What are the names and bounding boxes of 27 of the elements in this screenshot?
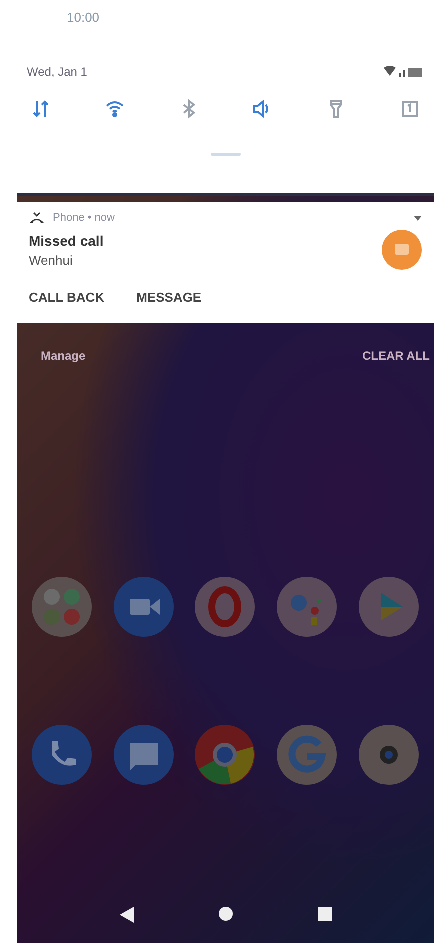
signal-battery-icon xyxy=(384,66,424,78)
clock-time: 10:00 xyxy=(67,10,101,25)
video-camera-icon[interactable] xyxy=(114,577,174,637)
missed-call-icon xyxy=(29,212,45,224)
letter-g-logo-icon[interactable] xyxy=(277,725,338,785)
camera-icon[interactable] xyxy=(359,725,420,785)
drag-handle[interactable] xyxy=(210,153,240,156)
notification-action[interactable]: MESSAGE xyxy=(136,286,202,309)
browser-icon[interactable] xyxy=(195,725,256,785)
phone-icon[interactable] xyxy=(32,725,92,785)
caller-name: Wenhui xyxy=(29,252,74,268)
clear-all-button[interactable]: CLEAR ALL xyxy=(362,349,430,363)
notification-title: Missed call xyxy=(29,232,104,248)
message-icon[interactable] xyxy=(114,725,174,785)
expand-icon[interactable] xyxy=(414,216,422,220)
app-folder-icon[interactable] xyxy=(32,577,92,637)
notification-app-name: Phone • now xyxy=(53,212,116,224)
notification-action[interactable]: CALL BACK xyxy=(29,286,105,309)
message-avatar-icon xyxy=(382,230,422,270)
notification-card[interactable]: Phone • now Missed call Wenhui CALL BACK MESSAGE xyxy=(17,202,434,323)
back-icon[interactable] xyxy=(120,907,134,923)
date-label: Wed, Jan 1 xyxy=(27,65,88,79)
home-icon[interactable] xyxy=(218,907,232,921)
recents-icon[interactable] xyxy=(318,907,332,921)
ring-logo-icon[interactable] xyxy=(195,577,256,637)
assistant-dots-icon[interactable] xyxy=(277,577,338,637)
manage-button[interactable]: Manage xyxy=(41,349,86,363)
